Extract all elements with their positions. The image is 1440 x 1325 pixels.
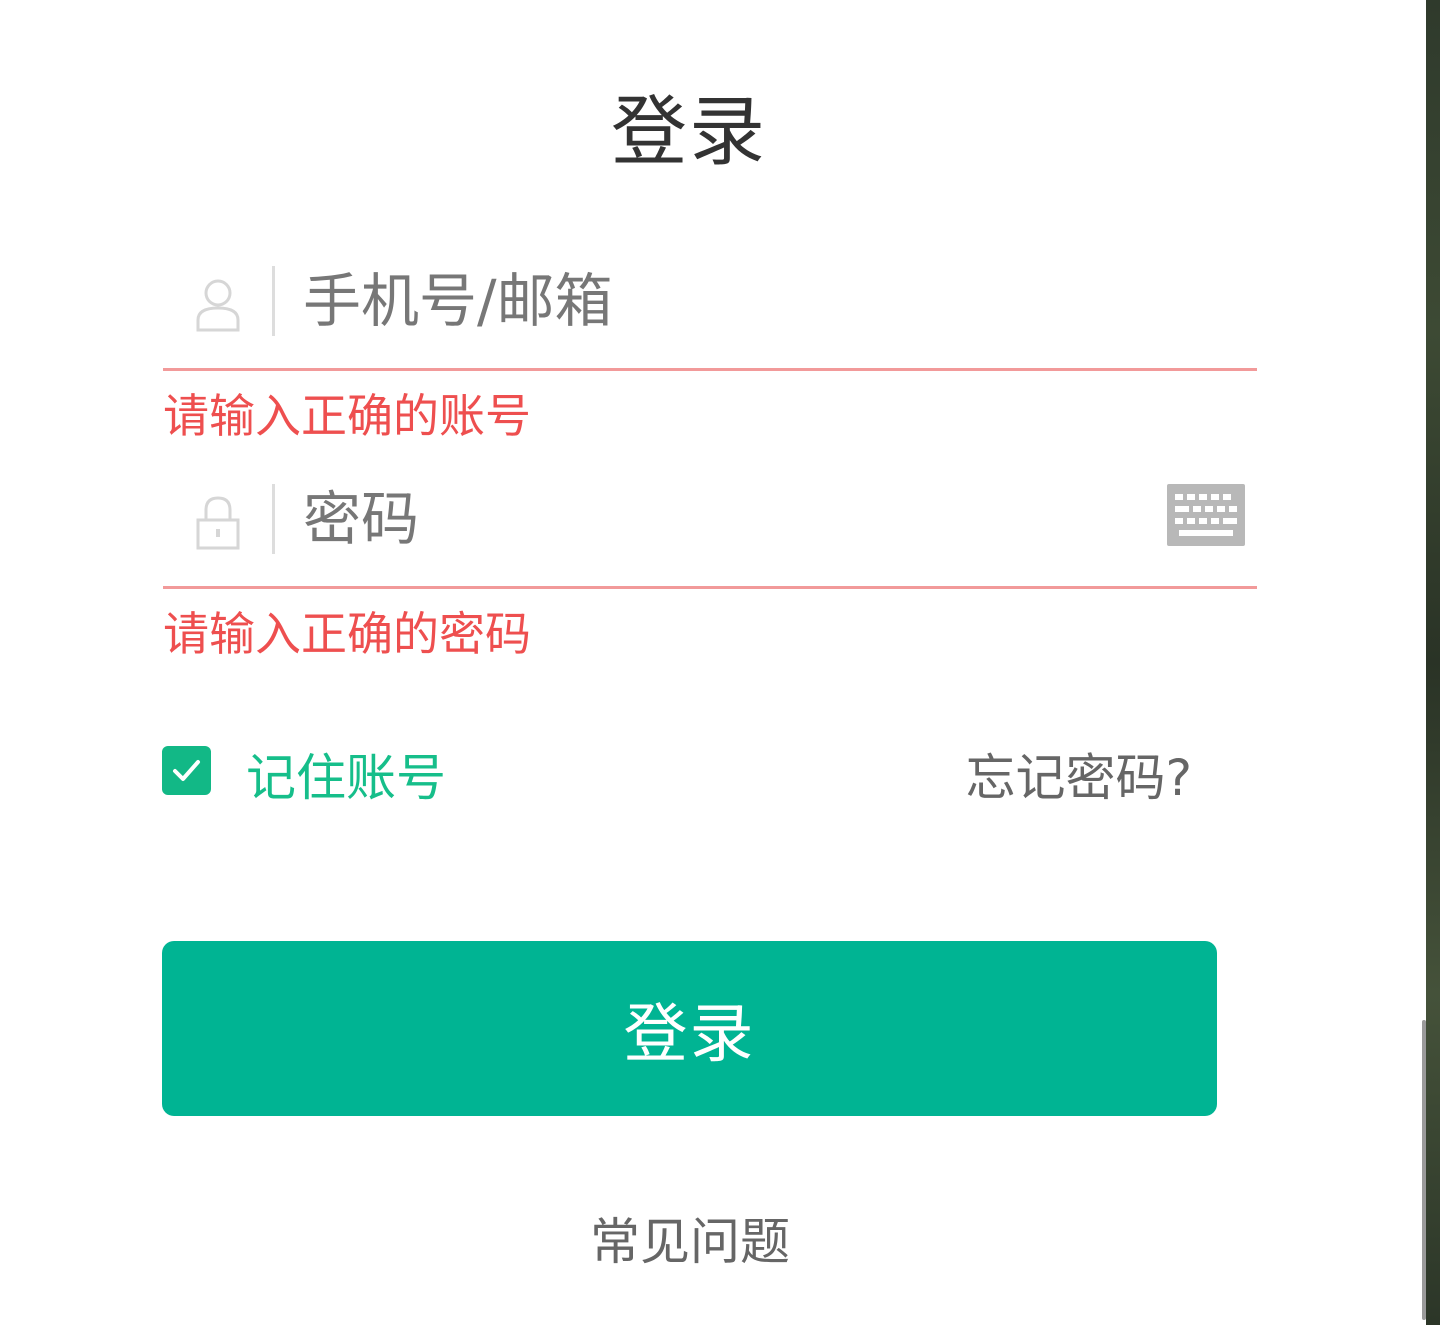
login-button[interactable]: 登录 [162,941,1217,1116]
field-separator [272,266,275,336]
forgot-password-link[interactable]: 忘记密码? [965,738,1192,810]
username-field [163,264,1257,371]
keyboard-icon[interactable] [1167,484,1245,546]
faq-link[interactable]: 常见问题 [0,1202,1380,1274]
remember-checkbox[interactable] [162,746,211,795]
password-error-message: 请输入正确的密码 [163,607,531,661]
user-icon [196,279,240,332]
password-field [163,482,1257,589]
field-separator [272,484,275,554]
remember-label[interactable]: 记住账号 [246,738,446,810]
username-input[interactable] [303,264,1123,338]
username-error-message: 请输入正确的账号 [163,389,531,443]
scrollbar[interactable] [1422,1020,1426,1320]
page-title: 登录 [611,87,767,176]
check-icon [173,760,200,781]
background-image-strip [1426,0,1440,1325]
login-page: 登录 请输入正确的账号 [0,0,1440,1325]
lock-icon [196,496,240,550]
password-input[interactable] [303,482,1123,556]
